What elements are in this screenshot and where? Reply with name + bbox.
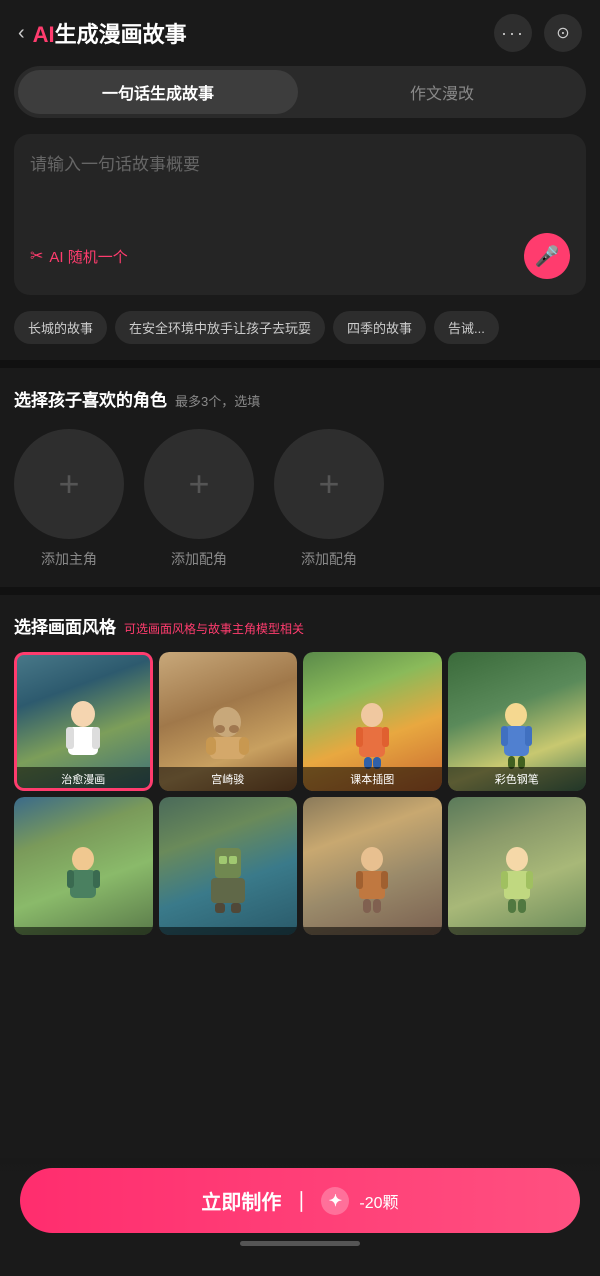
header: ‹ AI生成漫画故事 ··· ⊙ xyxy=(0,0,600,66)
plus-icon: + xyxy=(188,463,209,505)
style-item-5[interactable] xyxy=(14,797,153,936)
characters-row: + 添加主角 + 添加配角 + 添加配角 xyxy=(14,429,586,569)
tag-item[interactable]: 四季的故事 xyxy=(333,311,426,344)
style-item-8[interactable] xyxy=(448,797,587,936)
style-label xyxy=(448,927,587,935)
plus-icon: + xyxy=(58,463,79,505)
style-label: 课本插图 xyxy=(303,767,442,791)
camera-button[interactable]: ⊙ xyxy=(544,14,582,52)
style-label xyxy=(159,927,298,935)
style-header: 选择画面风格 可选画面风格与故事主角模型相关 xyxy=(14,613,586,638)
input-section: ✂ AI 随机一个 🎤 xyxy=(14,134,586,295)
section-divider xyxy=(0,360,600,368)
tab-one-sentence[interactable]: 一句话生成故事 xyxy=(18,70,298,114)
style-label: 宫崎骏 xyxy=(159,767,298,791)
style-item-6[interactable] xyxy=(159,797,298,936)
tag-item[interactable]: 长城的故事 xyxy=(14,311,107,344)
header-left: ‹ AI生成漫画故事 xyxy=(18,17,187,49)
more-icon: ··· xyxy=(501,23,525,44)
characters-subtitle: 最多3个，选填 xyxy=(175,391,260,410)
character-slot-main[interactable]: + 添加主角 xyxy=(14,429,124,569)
cta-star-icon: ✦ xyxy=(321,1187,349,1215)
tab-essay[interactable]: 作文漫改 xyxy=(302,70,582,114)
characters-section: 选择孩子喜欢的角色 最多3个，选填 + 添加主角 + 添加配角 + 添加配角 xyxy=(0,368,600,587)
characters-header: 选择孩子喜欢的角色 最多3个，选填 xyxy=(14,386,586,411)
page-title: AI生成漫画故事 xyxy=(33,17,187,49)
tag-item[interactable]: 告诫... xyxy=(434,311,499,344)
section-divider xyxy=(0,587,600,595)
suggestion-tags: 长城的故事 在安全环境中放手让孩子去玩耍 四季的故事 告诫... xyxy=(14,311,586,344)
bottom-bar: 立即制作 ｜ ✦ -20颗 xyxy=(0,1152,600,1276)
tag-item[interactable]: 在安全环境中放手让孩子去玩耍 xyxy=(115,311,325,344)
character-slot-label: 添加主角 xyxy=(41,549,97,569)
character-slot-side1[interactable]: + 添加配角 xyxy=(144,429,254,569)
style-note: 可选画面风格与故事主角模型相关 xyxy=(124,620,304,637)
cta-separator: ｜ xyxy=(291,1186,311,1215)
style-grid: 治愈漫画 宫崎骏 xyxy=(14,652,586,935)
tab-bar: 一句话生成故事 作文漫改 xyxy=(14,66,586,118)
style-item-colorpen[interactable]: 彩色钢笔 xyxy=(448,652,587,791)
style-item-healing[interactable]: 治愈漫画 xyxy=(14,652,153,791)
back-button[interactable]: ‹ xyxy=(18,22,25,45)
style-label: 彩色钢笔 xyxy=(448,767,587,791)
more-button[interactable]: ··· xyxy=(494,14,532,52)
style-label xyxy=(303,927,442,935)
plus-icon: + xyxy=(318,463,339,505)
camera-icon: ⊙ xyxy=(556,23,569,43)
character-slot-side2[interactable]: + 添加配角 xyxy=(274,429,384,569)
header-right: ··· ⊙ xyxy=(494,14,582,52)
style-label: 治愈漫画 xyxy=(14,767,153,791)
characters-title: 选择孩子喜欢的角色 xyxy=(14,386,167,411)
story-input[interactable] xyxy=(30,150,570,220)
bottom-spacer xyxy=(0,959,600,1079)
create-button[interactable]: 立即制作 ｜ ✦ -20颗 xyxy=(20,1168,580,1233)
style-item-miyazaki[interactable]: 宫崎骏 xyxy=(159,652,298,791)
add-side1-circle[interactable]: + xyxy=(144,429,254,539)
add-side2-circle[interactable]: + xyxy=(274,429,384,539)
style-item-7[interactable] xyxy=(303,797,442,936)
cta-label: 立即制作 xyxy=(201,1186,281,1215)
ai-prefix: AI xyxy=(33,22,55,47)
style-section: 选择画面风格 可选画面风格与故事主角模型相关 治愈漫画 xyxy=(0,595,600,959)
character-slot-label: 添加配角 xyxy=(301,549,357,569)
home-indicator xyxy=(240,1241,360,1246)
style-title: 选择画面风格 xyxy=(14,613,116,638)
input-bottom: ✂ AI 随机一个 🎤 xyxy=(30,233,570,279)
style-label xyxy=(14,927,153,935)
wand-icon: ✂ xyxy=(30,246,43,266)
add-main-circle[interactable]: + xyxy=(14,429,124,539)
character-slot-label: 添加配角 xyxy=(171,549,227,569)
cta-cost: -20颗 xyxy=(359,1189,398,1213)
style-item-textbook[interactable]: 课本插图 xyxy=(303,652,442,791)
mic-button[interactable]: 🎤 xyxy=(524,233,570,279)
ai-random-button[interactable]: ✂ AI 随机一个 xyxy=(30,246,128,267)
mic-icon: 🎤 xyxy=(535,244,560,269)
